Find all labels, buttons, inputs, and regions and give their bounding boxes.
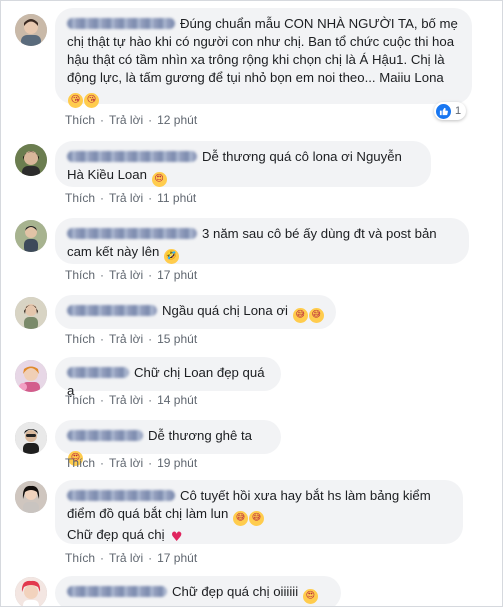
- author-name-blurred[interactable]: [67, 430, 143, 441]
- avatar[interactable]: [15, 422, 47, 454]
- reply-link[interactable]: Trả lời: [109, 268, 143, 282]
- author-name-blurred[interactable]: [67, 18, 175, 29]
- timestamp[interactable]: 11 phút: [157, 191, 196, 205]
- like-link[interactable]: Thích: [65, 456, 95, 470]
- comment-thread: Đúng chuẩn mẫu CON NHÀ NGƯỜI TA, bố mẹ c…: [0, 0, 503, 607]
- like-link[interactable]: Thích: [65, 393, 95, 407]
- comment-actions: Thích · Trả lời · 12 phút: [65, 113, 197, 127]
- comment-bubble: 3 năm sau cô bé ấy dùng đt và post bản c…: [55, 218, 469, 264]
- like-link[interactable]: Thích: [65, 113, 95, 127]
- author-name-blurred[interactable]: [67, 151, 197, 162]
- grin-sweat-icon: 😅: [232, 511, 248, 526]
- like-link[interactable]: Thích: [65, 551, 95, 565]
- timestamp[interactable]: 15 phút: [157, 332, 197, 346]
- like-link[interactable]: Thích: [65, 191, 95, 205]
- like-icon: [436, 103, 451, 119]
- comment-actions: Thích · Trả lời · 19 phút: [65, 456, 197, 470]
- comment-actions: Thích · Trả lời · 14 phút: [65, 393, 197, 407]
- comment-bubble: Ngầu quá chị Lona ơi 😅 😅: [55, 295, 336, 329]
- grin-sweat-icon: 😅: [248, 511, 264, 526]
- comment-text: Dễ thương ghê ta: [148, 428, 252, 443]
- separator: ·: [148, 393, 153, 407]
- avatar[interactable]: [15, 297, 47, 329]
- author-name-blurred[interactable]: [67, 305, 157, 316]
- reaction-badge[interactable]: 1: [434, 102, 467, 120]
- comment-bubble: Đúng chuẩn mẫu CON NHÀ NGƯỜI TA, bố mẹ c…: [55, 8, 472, 108]
- timestamp[interactable]: 14 phút: [157, 393, 197, 407]
- reply-link[interactable]: Trả lời: [109, 393, 143, 407]
- reply-link[interactable]: Trả lời: [109, 113, 143, 127]
- comment-bubble: Chữ chị Loan đẹp quá ạ: [55, 357, 281, 398]
- timestamp[interactable]: 17 phút: [157, 551, 197, 565]
- avatar[interactable]: [15, 144, 47, 176]
- separator: ·: [148, 191, 153, 205]
- comment-bubble: Chữ đẹp quá chị oiiiiii 😍😍: [55, 576, 341, 606]
- comment-actions: Thích · Trả lời · 17 phút: [65, 551, 197, 565]
- avatar[interactable]: [15, 577, 47, 606]
- separator: ·: [148, 268, 153, 282]
- separator: ·: [148, 456, 153, 470]
- like-link[interactable]: Thích: [65, 332, 95, 346]
- red-heart-icon: ♥: [170, 530, 183, 545]
- rofl-icon: 🤣: [164, 249, 180, 264]
- author-name-blurred[interactable]: [67, 367, 129, 378]
- comment-actions: Thích · Trả lời · 15 phút: [65, 332, 197, 346]
- avatar[interactable]: [15, 360, 47, 392]
- like-link[interactable]: Thích: [65, 268, 95, 282]
- heart-eyes-icon: 😍: [151, 172, 167, 187]
- separator: ·: [100, 191, 105, 205]
- separator: ·: [148, 551, 153, 565]
- avatar[interactable]: [15, 481, 47, 513]
- grin-sweat-icon: 😅: [292, 308, 308, 323]
- separator: ·: [148, 113, 153, 127]
- separator: ·: [100, 113, 105, 127]
- comment-text-line2: Chữ đẹp quá chị: [67, 527, 165, 542]
- reply-link[interactable]: Trả lời: [109, 456, 143, 470]
- reply-link[interactable]: Trả lời: [109, 551, 143, 565]
- separator: ·: [100, 456, 105, 470]
- separator: ·: [100, 268, 105, 282]
- kiss-face-icon: 😘: [84, 93, 99, 108]
- grin-sweat-icon: 😅: [308, 308, 324, 323]
- heart-eyes-icon: 😍: [302, 589, 318, 604]
- avatar[interactable]: [15, 220, 47, 252]
- comment-actions: Thích · Trả lời · 17 phút: [65, 268, 197, 282]
- comment-bubble: Cô tuyết hồi xưa hay bắt hs làm bảng kiể…: [55, 480, 463, 545]
- comment-text: Ngầu quá chị Lona ơi: [162, 303, 288, 318]
- author-name-blurred[interactable]: [67, 490, 175, 501]
- author-name-blurred[interactable]: [67, 228, 197, 239]
- author-name-blurred[interactable]: [67, 586, 167, 597]
- separator: ·: [148, 332, 153, 346]
- comment-bubble: Dễ thương ghê ta 😍: [55, 420, 281, 466]
- reply-link[interactable]: Trả lời: [109, 191, 143, 205]
- comment-bubble: Dễ thương quá cô lona ơi Nguyễn Hà Kiều …: [55, 141, 431, 187]
- reply-link[interactable]: Trả lời: [109, 332, 143, 346]
- timestamp[interactable]: 12 phút: [157, 113, 197, 127]
- kiss-face-icon: 😘: [68, 93, 83, 108]
- separator: ·: [100, 393, 105, 407]
- comment-actions: Thích · Trả lời · 11 phút: [65, 191, 196, 205]
- comment-text: Chữ đẹp quá chị oiiiiii: [172, 584, 299, 599]
- timestamp[interactable]: 17 phút: [157, 268, 197, 282]
- avatar[interactable]: [15, 14, 47, 46]
- separator: ·: [100, 332, 105, 346]
- timestamp[interactable]: 19 phút: [157, 456, 197, 470]
- reaction-count: 1: [455, 105, 462, 117]
- separator: ·: [100, 551, 105, 565]
